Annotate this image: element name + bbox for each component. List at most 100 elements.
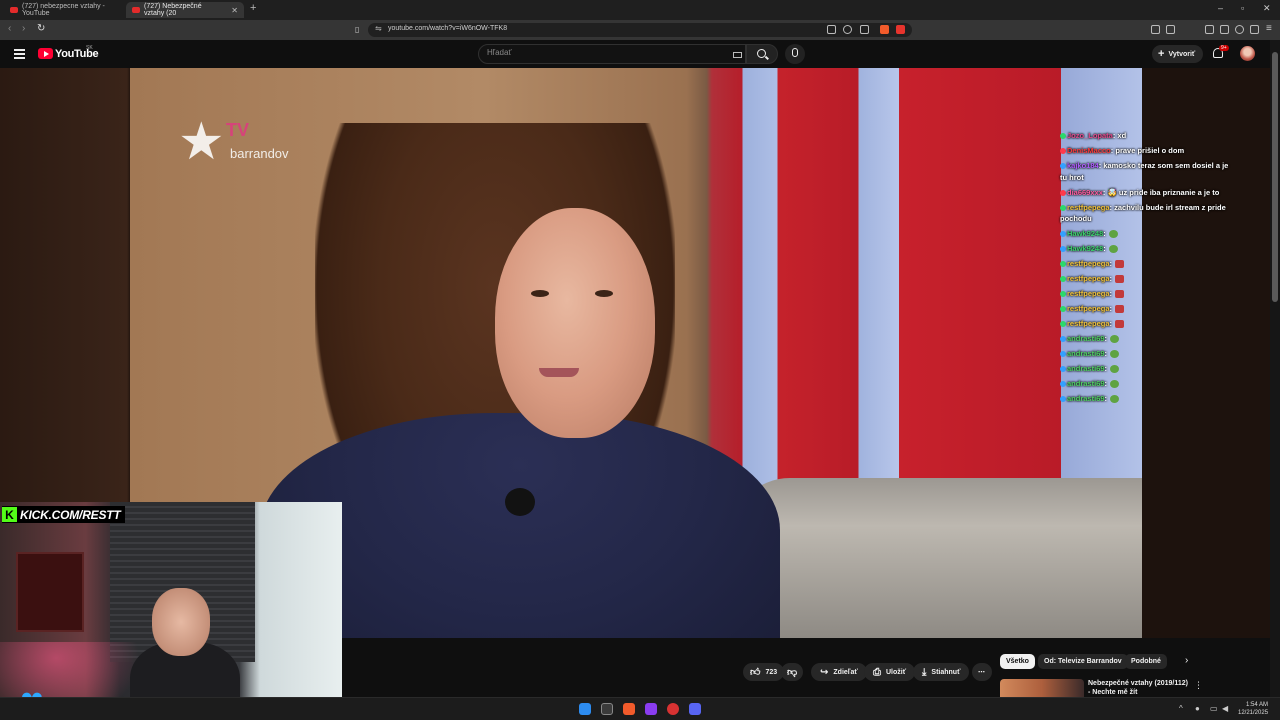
share-button[interactable]: ↪ Zdieľať <box>811 663 867 681</box>
chat-text: : <box>1104 379 1108 388</box>
chat-username: Hawk9248 <box>1067 244 1104 253</box>
pepe-emote-icon <box>1108 245 1118 254</box>
wallet-icon[interactable] <box>1235 25 1244 34</box>
chat-badge-icon <box>1060 276 1066 283</box>
kick-url: KICK.COM/RESTT <box>20 507 121 522</box>
watermark-tv: TV <box>226 120 250 140</box>
chip-similar[interactable]: Podobné <box>1125 654 1167 669</box>
sidebar-icon[interactable] <box>1166 25 1175 34</box>
voice-search-button[interactable] <box>785 44 805 64</box>
system-clock[interactable]: 1:54 AM 12/21/2025 <box>1238 701 1268 717</box>
chat-username: restfpepega <box>1067 319 1110 328</box>
back-button[interactable]: ‹ <box>8 23 11 34</box>
pepe-emote-icon <box>1110 335 1120 344</box>
chat-badge-icon <box>1060 396 1066 403</box>
close-tab-icon[interactable]: ✕ <box>231 6 238 15</box>
chat-badge-icon <box>1060 189 1066 196</box>
pepe-emote-icon <box>1108 230 1118 239</box>
close-window-button[interactable]: ✕ <box>1263 3 1271 14</box>
page-scrollbar[interactable] <box>1270 40 1280 700</box>
brave-browser-icon[interactable] <box>623 703 635 715</box>
tab-title: (727) nebezpecne vztahy - YouTube <box>22 3 105 17</box>
chat-username: andrasti69 <box>1067 394 1105 403</box>
mic-tray-icon[interactable]: ● <box>1195 704 1200 713</box>
menu-icon[interactable]: ≡ <box>1266 23 1272 34</box>
chat-badge-icon <box>1060 336 1066 343</box>
minimize-button[interactable]: – <box>1218 3 1223 13</box>
like-button[interactable]: 👍︎ 723 <box>743 663 785 681</box>
dislike-button[interactable]: 👎︎ <box>781 663 804 681</box>
translate-icon[interactable] <box>843 25 852 34</box>
cast-icon[interactable] <box>827 25 836 34</box>
vpn-icon[interactable] <box>1250 25 1259 34</box>
more-actions-button[interactable]: ⋯ <box>972 663 992 681</box>
chat-text: : xd <box>1112 131 1127 140</box>
tab-youtube-search[interactable]: (727) nebezpecne vztahy - YouTube <box>4 2 124 18</box>
chat-text: : <box>1109 289 1113 298</box>
kick-logo-icon: K <box>2 507 17 522</box>
volume-tray-icon[interactable]: ◀ <box>1222 704 1228 713</box>
chat-username: kajko184 <box>1067 161 1099 170</box>
site-info-icon[interactable]: ⇋ <box>375 24 382 33</box>
scrollbar-thumb[interactable] <box>1272 52 1278 302</box>
reload-button[interactable]: ↻ <box>37 23 45 34</box>
guide-menu-icon[interactable] <box>14 49 25 61</box>
maximize-button[interactable]: ▫ <box>1241 3 1244 13</box>
chat-username: Jozo_Lopata <box>1067 131 1113 140</box>
kick-banner: K KICK.COM/RESTT <box>2 506 125 523</box>
twitch-icon[interactable] <box>645 703 657 715</box>
tray-chevron-icon[interactable]: ^ <box>1179 704 1183 713</box>
chevron-right-icon[interactable]: › <box>1185 655 1188 666</box>
task-view-icon[interactable] <box>601 703 613 715</box>
keyboard-icon[interactable] <box>733 52 742 58</box>
tab-current-video[interactable]: (727) Nebezpečné vztahy (20 ✕ <box>126 2 244 18</box>
pepe-emote-icon <box>1110 380 1120 389</box>
search-input[interactable] <box>487 48 717 57</box>
microphone-icon <box>792 48 798 57</box>
chat-message: DenisMacco: prave prišiel o dom <box>1060 145 1230 157</box>
account-avatar[interactable] <box>1240 46 1255 61</box>
search-button[interactable] <box>746 44 778 64</box>
chip-all[interactable]: Všetko <box>1000 654 1035 669</box>
forward-button[interactable]: › <box>22 23 25 34</box>
download-label: Stiahnuť <box>931 668 961 676</box>
chat-text: : <box>1109 319 1113 328</box>
chat-username: andrasti69 <box>1067 364 1105 373</box>
bookmark-icon[interactable]: ▯ <box>355 25 359 34</box>
brave-shields-icon[interactable] <box>880 25 889 34</box>
extensions-icon[interactable] <box>1151 25 1160 34</box>
search-box[interactable] <box>478 44 746 64</box>
thumbs-up-icon: 👍︎ <box>750 667 761 678</box>
chat-text: : <box>1109 259 1113 268</box>
chat-badge-icon <box>1060 231 1066 238</box>
new-tab-button[interactable]: + <box>250 2 256 14</box>
tab-title: (727) Nebezpečné vztahy (20 <box>144 3 202 17</box>
reading-list-icon[interactable] <box>1205 25 1214 34</box>
monitor-tray-icon[interactable]: ▭ <box>1210 704 1218 713</box>
downloads-icon[interactable] <box>1220 25 1229 34</box>
chat-badge-icon <box>1060 351 1066 358</box>
more-icon: ⋯ <box>978 669 985 676</box>
region-code: SK <box>86 45 93 51</box>
start-menu-icon[interactable] <box>579 703 591 715</box>
create-button[interactable]: + Vytvoriť <box>1152 45 1204 63</box>
chat-text: : <box>1103 229 1106 238</box>
download-button[interactable]: ⤓ Stiahnuť <box>913 663 970 681</box>
share-page-icon[interactable] <box>860 25 869 34</box>
discord-icon[interactable] <box>689 703 701 715</box>
youtube-logo-icon[interactable] <box>38 48 53 59</box>
red-emote-icon <box>1115 290 1125 299</box>
chip-from-channel[interactable]: Od: Televize Barrandov <box>1038 654 1128 669</box>
red-emote-icon <box>1115 275 1125 284</box>
related-more-icon[interactable]: ⋮ <box>1194 680 1203 691</box>
brave-rewards-icon[interactable] <box>896 25 905 34</box>
save-button[interactable]: ⎙ Uložiť <box>864 663 916 681</box>
thumbs-down-icon: 👎︎ <box>787 667 798 678</box>
chat-message: dia669xxx: 🤯 uz pride iba priznanie a je… <box>1060 187 1230 199</box>
chat-username: restfpepega <box>1067 289 1110 298</box>
chat-message: andrasti69: <box>1060 378 1230 390</box>
obs-icon[interactable] <box>667 703 679 715</box>
chat-username: Hawk9248 <box>1067 229 1104 238</box>
related-video-title[interactable]: Nebezpečné vztahy (2019/112) - Nechte mě… <box>1088 679 1188 697</box>
pepe-emote-icon <box>1110 365 1120 374</box>
